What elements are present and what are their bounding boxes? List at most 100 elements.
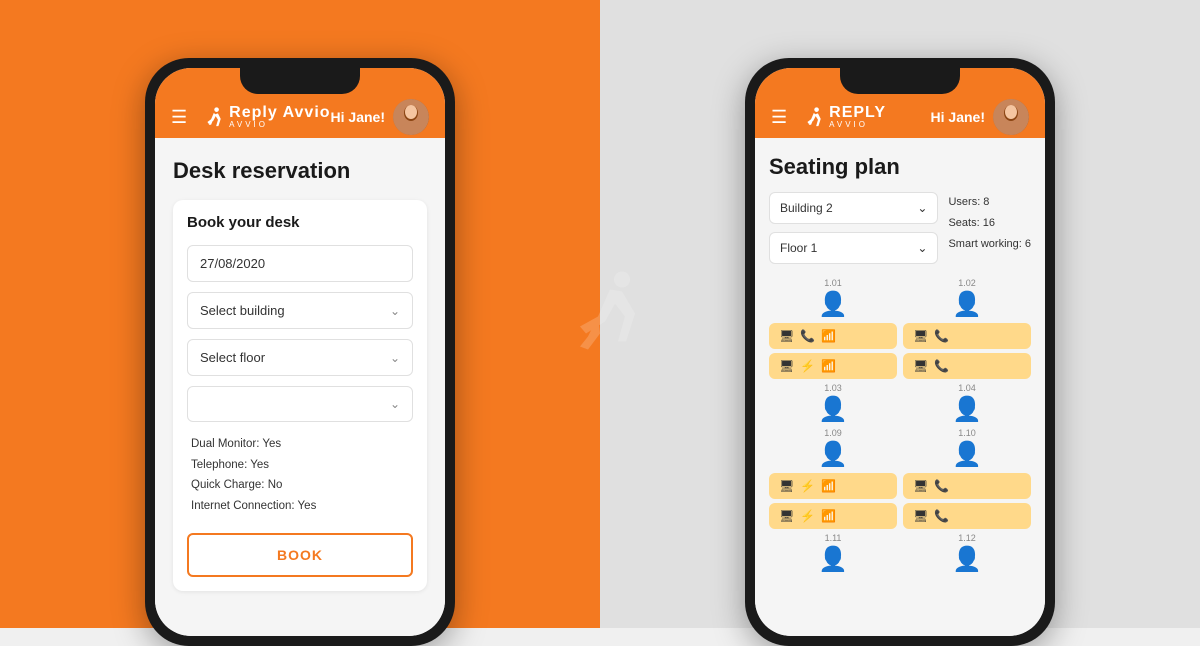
- amenity-box-3[interactable]: 🖥 ⚡ 📶: [769, 353, 897, 379]
- wifi-icon-4: 📶: [821, 509, 836, 523]
- logo-reply-right: REPLY: [829, 105, 886, 121]
- right-phone-inner: ☰ REPLY AVVIO Hi Jane!: [755, 68, 1045, 636]
- amenity-box-7[interactable]: 🖥 ⚡ 📶: [769, 503, 897, 529]
- monitor-icon-3: 🖥: [779, 359, 794, 373]
- amenity-box-8[interactable]: 🖥 📞: [903, 503, 1031, 529]
- logo-area: ☰ Reply Avvio AVVIO: [171, 105, 331, 129]
- bolt-icon: ⚡: [800, 359, 815, 373]
- seating-title: Seating plan: [769, 154, 1031, 180]
- seat-label-1-11: 1.11: [825, 533, 842, 543]
- floor-dropdown[interactable]: Floor 1 ⌄: [769, 232, 938, 264]
- logo-text-right: REPLY AVVIO: [829, 105, 886, 129]
- monitor-icon-5: 🖥: [779, 479, 794, 493]
- monitor-icon-2: 🖥: [913, 329, 928, 343]
- page-title-desk: Desk reservation: [173, 158, 427, 184]
- bolt-icon-3: ⚡: [800, 509, 815, 523]
- bolt-icon-2: ⚡: [800, 479, 815, 493]
- amenity-row-1: 🖥 📞 📶 🖥 📞: [769, 323, 1031, 349]
- booking-card: Book your desk 27/08/2020 Select buildin…: [173, 200, 427, 591]
- person-icon-1-01: 👤: [818, 290, 848, 319]
- logo-avvio: AVVIO: [229, 121, 330, 129]
- right-phone-frame: ☰ REPLY AVVIO Hi Jane!: [745, 58, 1055, 646]
- amenity-box-6[interactable]: 🖥 📞: [903, 473, 1031, 499]
- chevron-down-icon: ⌄: [390, 304, 400, 318]
- monitor-icon-8: 🖥: [913, 509, 928, 523]
- chevron-floor: ⌄: [917, 241, 927, 255]
- amenity-box-4[interactable]: 🖥 📞: [903, 353, 1031, 379]
- seating-content: Seating plan Building 2 ⌄ Floor 1 ⌄: [755, 138, 1045, 636]
- phone-notch-right: [840, 68, 960, 94]
- seat-label-1-04: 1.04: [958, 383, 976, 393]
- wifi-icon-3: 📶: [821, 479, 836, 493]
- person-icon-1-11: 👤: [818, 545, 848, 574]
- header-right-2: Hi Jane!: [931, 99, 1029, 135]
- monitor-icon: 🖥: [779, 329, 794, 343]
- amenity-box-5[interactable]: 🖥 ⚡ 📶: [769, 473, 897, 499]
- date-value: 27/08/2020: [200, 256, 265, 271]
- feature-item: Dual Monitor: Yes: [191, 434, 413, 455]
- phone-icon-4: 📞: [934, 479, 949, 493]
- logo-reply: Reply Avvio: [229, 105, 330, 121]
- features-list: Dual Monitor: Yes Telephone: Yes Quick C…: [187, 434, 413, 517]
- feature-item: Telephone: Yes: [191, 455, 413, 476]
- phone-notch-left: [240, 68, 360, 94]
- avatar: [393, 99, 429, 135]
- person-icon-1-02: 👤: [952, 290, 982, 319]
- seat-label-1-02: 1.02: [958, 278, 976, 288]
- seat-1-03[interactable]: 1.03 👤: [769, 383, 897, 424]
- users-stat: Users: 8: [948, 192, 1031, 213]
- hamburger-icon-right[interactable]: ☰: [771, 107, 787, 128]
- seat-1-10[interactable]: 1.10 👤: [903, 428, 1031, 469]
- book-button[interactable]: BOOK: [187, 533, 413, 577]
- seat-1-04[interactable]: 1.04 👤: [903, 383, 1031, 424]
- seat-row-3: 1.09 👤 1.10 👤: [769, 428, 1031, 469]
- person-icon-1-04: 👤: [952, 395, 982, 424]
- building-value: Building 2: [780, 201, 833, 215]
- seat-1-02[interactable]: 1.02 👤: [903, 278, 1031, 319]
- header-right: Hi Jane!: [331, 99, 429, 135]
- person-icon-1-10: 👤: [952, 440, 982, 469]
- left-phone-content: Desk reservation Book your desk 27/08/20…: [155, 138, 445, 636]
- amenity-row-3: 🖥 ⚡ 📶 🖥 📞: [769, 473, 1031, 499]
- floor-label: Select floor: [200, 350, 265, 365]
- floor-select[interactable]: Select floor ⌄: [187, 339, 413, 376]
- logo-text: Reply Avvio AVVIO: [229, 105, 330, 129]
- seat-label-1-12: 1.12: [958, 533, 976, 543]
- left-phone-frame: ☰ Reply Avvio AVVIO Hi Jane!: [145, 58, 455, 646]
- seat-label-1-10: 1.10: [958, 428, 976, 438]
- person-icon-1-09: 👤: [818, 440, 848, 469]
- smart-stat: Smart working: 6: [948, 234, 1031, 255]
- seat-1-09[interactable]: 1.09 👤: [769, 428, 897, 469]
- phone-icon: 📞: [800, 329, 815, 343]
- amenity-row-2: 🖥 ⚡ 📶 🖥 📞: [769, 353, 1031, 379]
- seat-row-4: 1.11 👤 1.12 👤: [769, 533, 1031, 574]
- building-select[interactable]: Select building ⌄: [187, 292, 413, 329]
- greeting-text-right: Hi Jane!: [931, 109, 985, 125]
- seat-1-11[interactable]: 1.11 👤: [769, 533, 897, 574]
- monitor-icon-6: 🖥: [913, 479, 928, 493]
- chevron-down-icon-3: ⌄: [390, 397, 400, 411]
- amenity-box-2[interactable]: 🖥 📞: [903, 323, 1031, 349]
- dropdowns-col: Building 2 ⌄ Floor 1 ⌄: [769, 192, 938, 264]
- seating-rows: 1.01 👤 1.02 👤 🖥 �: [769, 278, 1031, 574]
- date-field[interactable]: 27/08/2020: [187, 245, 413, 282]
- amenity-box-1[interactable]: 🖥 📞 📶: [769, 323, 897, 349]
- seat-row-2: 1.03 👤 1.04 👤: [769, 383, 1031, 424]
- stats-col: Users: 8 Seats: 16 Smart working: 6: [948, 192, 1031, 255]
- building-dropdown[interactable]: Building 2 ⌄: [769, 192, 938, 224]
- greeting-text: Hi Jane!: [331, 109, 385, 125]
- amenity-row-4: 🖥 ⚡ 📶 🖥 📞: [769, 503, 1031, 529]
- person-icon-1-03: 👤: [818, 395, 848, 424]
- chevron-down-icon-2: ⌄: [390, 351, 400, 365]
- feature-item: Internet Connection: Yes: [191, 496, 413, 517]
- logo-area-right: ☰ REPLY AVVIO: [771, 105, 886, 129]
- left-phone-inner: ☰ Reply Avvio AVVIO Hi Jane!: [155, 68, 445, 636]
- seats-stat: Seats: 16: [948, 213, 1031, 234]
- running-man-icon: [201, 106, 223, 128]
- seat-1-12[interactable]: 1.12 👤: [903, 533, 1031, 574]
- hamburger-icon[interactable]: ☰: [171, 107, 187, 128]
- wifi-icon-2: 📶: [821, 359, 836, 373]
- seat-1-01[interactable]: 1.01 👤: [769, 278, 897, 319]
- extra-select[interactable]: ⌄: [187, 386, 413, 422]
- seat-row-1: 1.01 👤 1.02 👤: [769, 278, 1031, 319]
